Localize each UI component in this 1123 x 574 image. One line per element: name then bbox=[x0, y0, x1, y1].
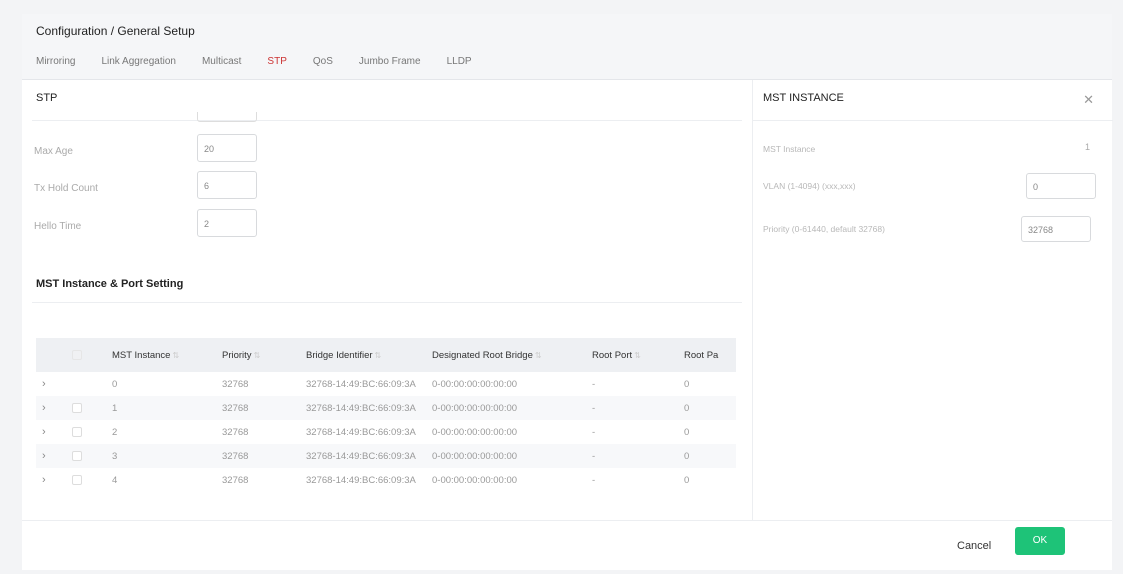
max-age-input[interactable]: 20 bbox=[197, 134, 257, 162]
mst-instance-label: MST Instance bbox=[763, 144, 816, 154]
cell-bridge: 32768-14:49:BC:66:09:3A bbox=[300, 444, 426, 468]
cell-rport: - bbox=[592, 426, 596, 438]
sort-icon[interactable]: ⇅ bbox=[375, 351, 382, 360]
chevron-right-icon[interactable]: › bbox=[42, 402, 46, 414]
cell-priority: 32768 bbox=[222, 378, 249, 390]
drawer-title: MST INSTANCE bbox=[763, 92, 844, 104]
tab-mirroring[interactable]: Mirroring bbox=[36, 50, 75, 78]
stp-panel: STP Max Age 20 Tx Hold Count 6 Hello Tim… bbox=[22, 80, 752, 520]
col-designated-root-bridge[interactable]: Designated Root Bridge ⇅ bbox=[426, 338, 586, 372]
cell-instance: 0 bbox=[112, 378, 118, 390]
chevron-right-icon[interactable]: › bbox=[42, 378, 46, 390]
cancel-button[interactable]: Cancel bbox=[957, 540, 991, 552]
cell-instance: 4 bbox=[112, 474, 118, 486]
divider bbox=[753, 120, 1113, 121]
cell-droot: 0-00:00:00:00:00:00 bbox=[432, 474, 518, 486]
cell-bridge: 32768-14:49:BC:66:09:3A bbox=[300, 396, 426, 420]
priority-input[interactable]: 32768 bbox=[1021, 216, 1091, 242]
sort-icon[interactable]: ⇅ bbox=[634, 351, 641, 360]
tab-qos[interactable]: QoS bbox=[313, 50, 333, 78]
cell-rport: - bbox=[586, 444, 678, 468]
col-root-port[interactable]: Root Port ⇅ bbox=[586, 338, 678, 372]
cell-rport: - bbox=[592, 378, 596, 390]
scrolled-input[interactable] bbox=[197, 112, 257, 122]
table-row[interactable]: › 2 32768 32768-14:49:BC:66:09:3A 0-00:0… bbox=[36, 420, 736, 444]
cell-rpath: 0 bbox=[684, 378, 690, 390]
chevron-right-icon[interactable]: › bbox=[42, 450, 46, 462]
breadcrumb: Configuration / General Setup bbox=[36, 24, 195, 38]
cell-droot: 0-00:00:00:00:00:00 bbox=[432, 426, 518, 438]
cell-instance: 3 bbox=[106, 444, 216, 468]
chevron-right-icon[interactable]: › bbox=[42, 426, 46, 438]
expand-col-header bbox=[36, 338, 66, 372]
cell-droot: 0-00:00:00:00:00:00 bbox=[426, 396, 586, 420]
row-checkbox[interactable] bbox=[72, 474, 82, 485]
divider bbox=[32, 120, 742, 121]
divider bbox=[32, 302, 742, 303]
cell-bridge: 32768-14:49:BC:66:09:3A bbox=[306, 474, 416, 486]
cell-droot: 0-00:00:00:00:00:00 bbox=[426, 444, 586, 468]
hello-time-label: Hello Time bbox=[34, 221, 82, 232]
hello-time-input[interactable]: 2 bbox=[197, 209, 257, 237]
cell-rport: - bbox=[586, 396, 678, 420]
cell-rpath: 0 bbox=[684, 474, 690, 486]
col-mst-instance[interactable]: MST Instance ⇅ bbox=[106, 338, 216, 372]
table-row[interactable]: › 3 32768 32768-14:49:BC:66:09:3A 0-00:0… bbox=[36, 444, 736, 468]
tx-hold-count-input[interactable]: 6 bbox=[197, 171, 257, 199]
tab-lldp[interactable]: LLDP bbox=[447, 50, 472, 78]
cell-instance: 2 bbox=[112, 426, 118, 438]
cell-priority: 32768 bbox=[222, 426, 249, 438]
sort-icon[interactable]: ⇅ bbox=[172, 351, 179, 360]
max-age-label: Max Age bbox=[34, 146, 73, 157]
col-bridge-identifier[interactable]: Bridge Identifier ⇅ bbox=[300, 338, 426, 372]
tab-stp[interactable]: STP bbox=[259, 50, 296, 81]
cell-rpath: 0 bbox=[678, 396, 736, 420]
cell-priority: 32768 bbox=[216, 396, 300, 420]
table-row[interactable]: › 0 32768 32768-14:49:BC:66:09:3A 0-00:0… bbox=[36, 372, 736, 396]
dialog-footer bbox=[22, 520, 1112, 570]
cell-rport: - bbox=[592, 474, 596, 486]
row-checkbox[interactable] bbox=[72, 450, 82, 461]
table-header-row: MST Instance ⇅ Priority ⇅ Bridge Identifie… bbox=[36, 338, 736, 372]
table-row[interactable]: › 1 32768 32768-14:49:BC:66:09:3A 0-00:0… bbox=[36, 396, 736, 420]
cell-bridge: 32768-14:49:BC:66:09:3A bbox=[306, 426, 416, 438]
sort-icon[interactable]: ⇅ bbox=[535, 351, 542, 360]
mst-instance-value: 1 bbox=[1084, 142, 1090, 152]
tab-jumbo-frame[interactable]: Jumbo Frame bbox=[359, 50, 421, 78]
row-checkbox[interactable] bbox=[72, 402, 82, 413]
cell-priority: 32768 bbox=[222, 474, 249, 486]
cell-rpath: 0 bbox=[678, 444, 736, 468]
stp-title: STP bbox=[36, 92, 58, 104]
select-col-header bbox=[66, 338, 106, 372]
vlan-input[interactable]: 0 bbox=[1026, 173, 1096, 199]
cell-droot: 0-00:00:00:00:00:00 bbox=[432, 378, 518, 390]
cell-instance: 1 bbox=[106, 396, 216, 420]
row-checkbox-cell bbox=[66, 372, 106, 396]
row-checkbox[interactable] bbox=[72, 426, 82, 437]
vlan-label: VLAN (1-4094) (xxx,xxx) bbox=[763, 181, 856, 191]
mst-instance-drawer: MST INSTANCE ✕ MST Instance 1 VLAN (1-40… bbox=[752, 80, 1113, 520]
table-row[interactable]: › 4 32768 32768-14:49:BC:66:09:3A 0-00:0… bbox=[36, 468, 736, 492]
tab-link-aggregation[interactable]: Link Aggregation bbox=[101, 50, 176, 78]
sort-icon[interactable]: ⇅ bbox=[254, 351, 261, 360]
tx-hold-count-label: Tx Hold Count bbox=[34, 183, 98, 194]
chevron-right-icon[interactable]: › bbox=[42, 474, 46, 486]
mst-section-title: MST Instance & Port Setting bbox=[36, 278, 184, 290]
cell-bridge: 32768-14:49:BC:66:09:3A bbox=[306, 378, 416, 390]
cell-priority: 32768 bbox=[216, 444, 300, 468]
tab-bar: Mirroring Link Aggregation Multicast STP… bbox=[36, 50, 498, 81]
col-root-path[interactable]: Root Pa bbox=[678, 338, 736, 372]
col-priority[interactable]: Priority ⇅ bbox=[216, 338, 300, 372]
cell-rpath: 0 bbox=[684, 426, 690, 438]
tab-multicast[interactable]: Multicast bbox=[202, 50, 241, 78]
ok-button[interactable]: OK bbox=[1015, 527, 1065, 555]
priority-label: Priority (0-61440, default 32768) bbox=[763, 224, 885, 234]
close-icon[interactable]: ✕ bbox=[1083, 92, 1094, 108]
mst-table: MST Instance ⇅ Priority ⇅ Bridge Identifie… bbox=[36, 338, 736, 492]
select-all-checkbox[interactable] bbox=[72, 349, 82, 360]
